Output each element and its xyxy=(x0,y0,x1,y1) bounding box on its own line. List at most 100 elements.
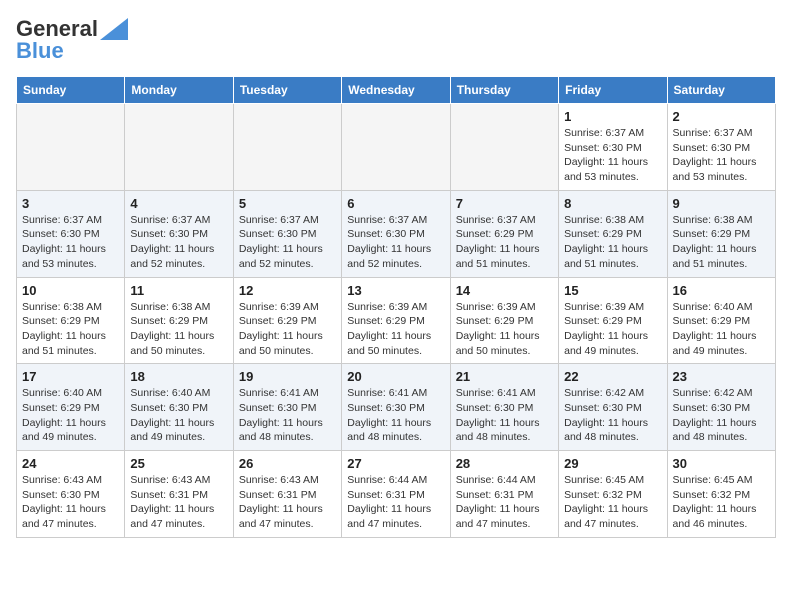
day-number: 25 xyxy=(130,456,227,471)
day-info: Sunrise: 6:41 AM Sunset: 6:30 PM Dayligh… xyxy=(347,386,444,445)
day-info: Sunrise: 6:37 AM Sunset: 6:30 PM Dayligh… xyxy=(22,213,119,272)
day-number: 18 xyxy=(130,369,227,384)
day-info: Sunrise: 6:39 AM Sunset: 6:29 PM Dayligh… xyxy=(564,300,661,359)
day-info: Sunrise: 6:39 AM Sunset: 6:29 PM Dayligh… xyxy=(347,300,444,359)
day-info: Sunrise: 6:43 AM Sunset: 6:31 PM Dayligh… xyxy=(239,473,336,532)
day-number: 4 xyxy=(130,196,227,211)
calendar-cell: 11 Sunrise: 6:38 AM Sunset: 6:29 PM Dayli… xyxy=(125,277,233,364)
logo-icon xyxy=(100,18,128,40)
calendar-cell xyxy=(17,104,125,191)
calendar-week-4: 17Sunrise: 6:40 AM Sunset: 6:29 PM Dayli… xyxy=(17,364,776,451)
day-info: Sunrise: 6:44 AM Sunset: 6:31 PM Dayligh… xyxy=(456,473,553,532)
day-info: Sunrise: 6:43 AM Sunset: 6:30 PM Dayligh… xyxy=(22,473,119,532)
day-number: 12 xyxy=(239,283,336,298)
day-info: Sunrise: 6:41 AM Sunset: 6:30 PM Dayligh… xyxy=(239,386,336,445)
calendar-cell: 25 Sunrise: 6:43 AM Sunset: 6:31 PM Dayli… xyxy=(125,451,233,538)
day-number: 23 xyxy=(673,369,770,384)
day-number: 9 xyxy=(673,196,770,211)
day-info: Sunrise: 6:42 AM Sunset: 6:30 PM Dayligh… xyxy=(673,386,770,445)
day-info: Sunrise: 6:37 AM Sunset: 6:30 PM Dayligh… xyxy=(130,213,227,272)
day-number: 30 xyxy=(673,456,770,471)
calendar-body: 1 Sunrise: 6:37 AM Sunset: 6:30 PM Daylig… xyxy=(17,104,776,538)
calendar-cell: 28 Sunrise: 6:44 AM Sunset: 6:31 PM Dayli… xyxy=(450,451,558,538)
day-info: Sunrise: 6:38 AM Sunset: 6:29 PM Dayligh… xyxy=(22,300,119,359)
calendar-week-2: 3 Sunrise: 6:37 AM Sunset: 6:30 PM Daylig… xyxy=(17,190,776,277)
day-info: Sunrise: 6:43 AM Sunset: 6:31 PM Dayligh… xyxy=(130,473,227,532)
day-info: Sunrise: 6:37 AM Sunset: 6:30 PM Dayligh… xyxy=(347,213,444,272)
calendar-cell: 27Sunrise: 6:44 AM Sunset: 6:31 PM Dayli… xyxy=(342,451,450,538)
day-number: 7 xyxy=(456,196,553,211)
day-info: Sunrise: 6:45 AM Sunset: 6:32 PM Dayligh… xyxy=(564,473,661,532)
day-info: Sunrise: 6:37 AM Sunset: 6:30 PM Dayligh… xyxy=(239,213,336,272)
calendar-cell: 4 Sunrise: 6:37 AM Sunset: 6:30 PM Daylig… xyxy=(125,190,233,277)
calendar-cell: 10Sunrise: 6:38 AM Sunset: 6:29 PM Dayli… xyxy=(17,277,125,364)
calendar-cell: 9 Sunrise: 6:38 AM Sunset: 6:29 PM Daylig… xyxy=(667,190,775,277)
day-info: Sunrise: 6:37 AM Sunset: 6:30 PM Dayligh… xyxy=(564,126,661,185)
day-info: Sunrise: 6:38 AM Sunset: 6:29 PM Dayligh… xyxy=(564,213,661,272)
calendar-cell: 17Sunrise: 6:40 AM Sunset: 6:29 PM Dayli… xyxy=(17,364,125,451)
calendar-cell: 16 Sunrise: 6:40 AM Sunset: 6:29 PM Dayli… xyxy=(667,277,775,364)
day-number: 27 xyxy=(347,456,444,471)
weekday-header-friday: Friday xyxy=(559,77,667,104)
calendar-cell: 7 Sunrise: 6:37 AM Sunset: 6:29 PM Daylig… xyxy=(450,190,558,277)
day-number: 19 xyxy=(239,369,336,384)
calendar-cell xyxy=(450,104,558,191)
calendar-header-row: SundayMondayTuesdayWednesdayThursdayFrid… xyxy=(17,77,776,104)
calendar-cell: 14Sunrise: 6:39 AM Sunset: 6:29 PM Dayli… xyxy=(450,277,558,364)
day-number: 16 xyxy=(673,283,770,298)
day-number: 1 xyxy=(564,109,661,124)
day-info: Sunrise: 6:38 AM Sunset: 6:29 PM Dayligh… xyxy=(130,300,227,359)
calendar-cell: 1 Sunrise: 6:37 AM Sunset: 6:30 PM Daylig… xyxy=(559,104,667,191)
day-number: 8 xyxy=(564,196,661,211)
calendar-cell: 29 Sunrise: 6:45 AM Sunset: 6:32 PM Dayli… xyxy=(559,451,667,538)
day-info: Sunrise: 6:40 AM Sunset: 6:30 PM Dayligh… xyxy=(130,386,227,445)
weekday-header-wednesday: Wednesday xyxy=(342,77,450,104)
calendar-cell xyxy=(342,104,450,191)
day-number: 20 xyxy=(347,369,444,384)
page-header: General Blue xyxy=(16,16,776,64)
calendar-week-5: 24 Sunrise: 6:43 AM Sunset: 6:30 PM Dayli… xyxy=(17,451,776,538)
day-number: 2 xyxy=(673,109,770,124)
day-number: 3 xyxy=(22,196,119,211)
day-number: 15 xyxy=(564,283,661,298)
calendar-cell: 13Sunrise: 6:39 AM Sunset: 6:29 PM Dayli… xyxy=(342,277,450,364)
calendar-cell: 2 Sunrise: 6:37 AM Sunset: 6:30 PM Daylig… xyxy=(667,104,775,191)
day-number: 22 xyxy=(564,369,661,384)
calendar-cell: 21 Sunrise: 6:41 AM Sunset: 6:30 PM Dayli… xyxy=(450,364,558,451)
calendar-cell: 15 Sunrise: 6:39 AM Sunset: 6:29 PM Dayli… xyxy=(559,277,667,364)
weekday-header-monday: Monday xyxy=(125,77,233,104)
day-number: 5 xyxy=(239,196,336,211)
calendar-cell: 18 Sunrise: 6:40 AM Sunset: 6:30 PM Dayli… xyxy=(125,364,233,451)
calendar-cell: 30Sunrise: 6:45 AM Sunset: 6:32 PM Dayli… xyxy=(667,451,775,538)
calendar-cell: 23 Sunrise: 6:42 AM Sunset: 6:30 PM Dayli… xyxy=(667,364,775,451)
calendar-cell: 22 Sunrise: 6:42 AM Sunset: 6:30 PM Dayli… xyxy=(559,364,667,451)
day-info: Sunrise: 6:39 AM Sunset: 6:29 PM Dayligh… xyxy=(239,300,336,359)
calendar-table: SundayMondayTuesdayWednesdayThursdayFrid… xyxy=(16,76,776,538)
day-number: 24 xyxy=(22,456,119,471)
calendar-cell xyxy=(233,104,341,191)
calendar-cell: 5 Sunrise: 6:37 AM Sunset: 6:30 PM Daylig… xyxy=(233,190,341,277)
calendar-cell: 3 Sunrise: 6:37 AM Sunset: 6:30 PM Daylig… xyxy=(17,190,125,277)
day-number: 17 xyxy=(22,369,119,384)
weekday-header-thursday: Thursday xyxy=(450,77,558,104)
weekday-header-tuesday: Tuesday xyxy=(233,77,341,104)
weekday-header-sunday: Sunday xyxy=(17,77,125,104)
day-number: 28 xyxy=(456,456,553,471)
day-number: 29 xyxy=(564,456,661,471)
day-info: Sunrise: 6:37 AM Sunset: 6:29 PM Dayligh… xyxy=(456,213,553,272)
weekday-header-saturday: Saturday xyxy=(667,77,775,104)
calendar-cell: 6 Sunrise: 6:37 AM Sunset: 6:30 PM Daylig… xyxy=(342,190,450,277)
calendar-week-3: 10Sunrise: 6:38 AM Sunset: 6:29 PM Dayli… xyxy=(17,277,776,364)
day-info: Sunrise: 6:40 AM Sunset: 6:29 PM Dayligh… xyxy=(673,300,770,359)
day-info: Sunrise: 6:37 AM Sunset: 6:30 PM Dayligh… xyxy=(673,126,770,185)
logo: General Blue xyxy=(16,16,128,64)
day-number: 6 xyxy=(347,196,444,211)
calendar-cell: 20 Sunrise: 6:41 AM Sunset: 6:30 PM Dayli… xyxy=(342,364,450,451)
calendar-cell: 12 Sunrise: 6:39 AM Sunset: 6:29 PM Dayli… xyxy=(233,277,341,364)
day-info: Sunrise: 6:42 AM Sunset: 6:30 PM Dayligh… xyxy=(564,386,661,445)
day-info: Sunrise: 6:38 AM Sunset: 6:29 PM Dayligh… xyxy=(673,213,770,272)
day-info: Sunrise: 6:41 AM Sunset: 6:30 PM Dayligh… xyxy=(456,386,553,445)
day-number: 11 xyxy=(130,283,227,298)
day-number: 21 xyxy=(456,369,553,384)
calendar-cell: 19 Sunrise: 6:41 AM Sunset: 6:30 PM Dayli… xyxy=(233,364,341,451)
